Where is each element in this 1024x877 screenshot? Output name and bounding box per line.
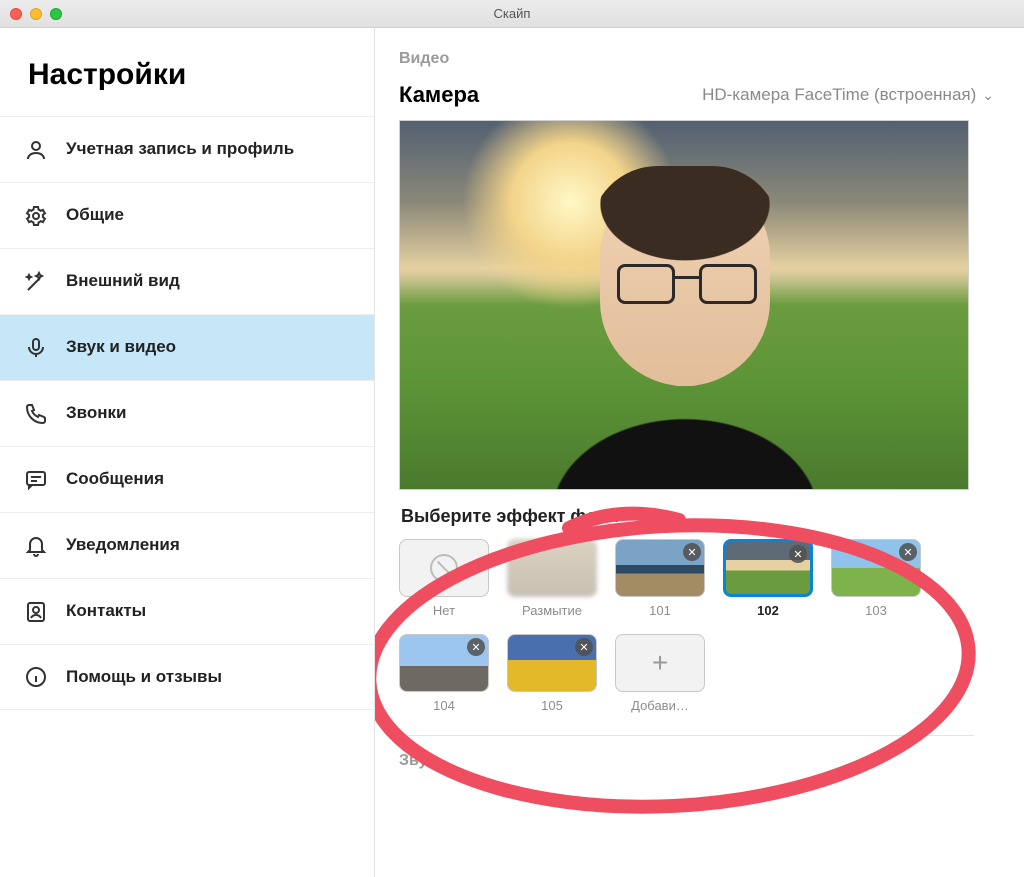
sidebar-item-audio-video[interactable]: Звук и видео <box>0 314 374 380</box>
sidebar-item-calling[interactable]: Звонки <box>0 380 374 446</box>
bg-option-add[interactable]: + Добави… <box>615 634 705 713</box>
bg-option-label: Нет <box>399 603 489 618</box>
sidebar-item-help[interactable]: Помощь и отзывы <box>0 644 374 710</box>
sidebar-item-notifications[interactable]: Уведомления <box>0 512 374 578</box>
chevron-down-icon: ⌄ <box>982 87 994 104</box>
sidebar-item-label: Учетная запись и профиль <box>66 139 294 159</box>
sidebar-item-label: Контакты <box>66 601 146 621</box>
background-effect-grid: Нет Размытие ✕ 101 ✕ 102 ✕ 103 ✕ 104 <box>399 539 979 713</box>
bg-option-label: 104 <box>399 698 489 713</box>
camera-preview <box>399 120 969 490</box>
close-window-button[interactable] <box>10 8 22 20</box>
settings-nav: Учетная запись и профиль Общие Внешний в… <box>0 116 374 710</box>
sidebar-item-label: Звук и видео <box>66 337 176 357</box>
bg-option-label: 103 <box>831 603 921 618</box>
sound-section-label: Звук <box>399 752 994 770</box>
bg-option-label: 105 <box>507 698 597 713</box>
sidebar-item-account[interactable]: Учетная запись и профиль <box>0 116 374 182</box>
remove-bg-button[interactable]: ✕ <box>899 543 917 561</box>
settings-heading: Настройки <box>0 28 374 116</box>
remove-bg-button[interactable]: ✕ <box>683 543 701 561</box>
bg-option-none[interactable]: Нет <box>399 539 489 618</box>
camera-device-select[interactable]: HD-камера FaceTime (встроенная) ⌄ <box>702 85 994 105</box>
titlebar: Скайп <box>0 0 1024 28</box>
background-effect-heading: Выберите эффект фона <box>401 506 994 527</box>
bg-option-103[interactable]: ✕ 103 <box>831 539 921 618</box>
microphone-icon <box>22 334 50 362</box>
bg-option-104[interactable]: ✕ 104 <box>399 634 489 713</box>
window-title: Скайп <box>0 6 1024 21</box>
window-controls <box>10 8 62 20</box>
zoom-window-button[interactable] <box>50 8 62 20</box>
video-section-label: Видео <box>399 50 994 68</box>
bg-option-label: Добави… <box>615 698 705 713</box>
section-divider <box>399 735 974 736</box>
bg-option-blur[interactable]: Размытие <box>507 539 597 618</box>
remove-bg-button[interactable]: ✕ <box>575 638 593 656</box>
settings-sidebar: Настройки Учетная запись и профиль Общие… <box>0 28 375 877</box>
sidebar-item-label: Уведомления <box>66 535 180 555</box>
none-icon <box>430 554 458 582</box>
sidebar-item-label: Сообщения <box>66 469 164 489</box>
sidebar-item-general[interactable]: Общие <box>0 182 374 248</box>
bg-option-101[interactable]: ✕ 101 <box>615 539 705 618</box>
wand-icon <box>22 268 50 296</box>
plus-icon: + <box>652 647 668 679</box>
phone-icon <box>22 400 50 428</box>
profile-icon <box>22 136 50 164</box>
bg-option-label: 101 <box>615 603 705 618</box>
info-icon <box>22 663 50 691</box>
bg-option-102[interactable]: ✕ 102 <box>723 539 813 618</box>
bg-option-label: Размытие <box>507 603 597 618</box>
chat-icon <box>22 466 50 494</box>
sidebar-item-messaging[interactable]: Сообщения <box>0 446 374 512</box>
contacts-icon <box>22 598 50 626</box>
sidebar-item-contacts[interactable]: Контакты <box>0 578 374 644</box>
person-silhouette <box>555 176 815 490</box>
sidebar-item-appearance[interactable]: Внешний вид <box>0 248 374 314</box>
settings-content: Видео Камера HD-камера FaceTime (встроен… <box>375 28 1024 877</box>
minimize-window-button[interactable] <box>30 8 42 20</box>
sidebar-item-label: Звонки <box>66 403 127 423</box>
bg-option-label: 102 <box>723 603 813 618</box>
gear-icon <box>22 202 50 230</box>
camera-device-selected: HD-камера FaceTime (встроенная) <box>702 85 976 105</box>
bell-icon <box>22 532 50 560</box>
remove-bg-button[interactable]: ✕ <box>467 638 485 656</box>
sidebar-item-label: Внешний вид <box>66 271 180 291</box>
remove-bg-button[interactable]: ✕ <box>789 545 807 563</box>
bg-option-105[interactable]: ✕ 105 <box>507 634 597 713</box>
sidebar-item-label: Общие <box>66 205 124 225</box>
sidebar-item-label: Помощь и отзывы <box>66 667 222 687</box>
camera-heading: Камера <box>399 82 479 108</box>
